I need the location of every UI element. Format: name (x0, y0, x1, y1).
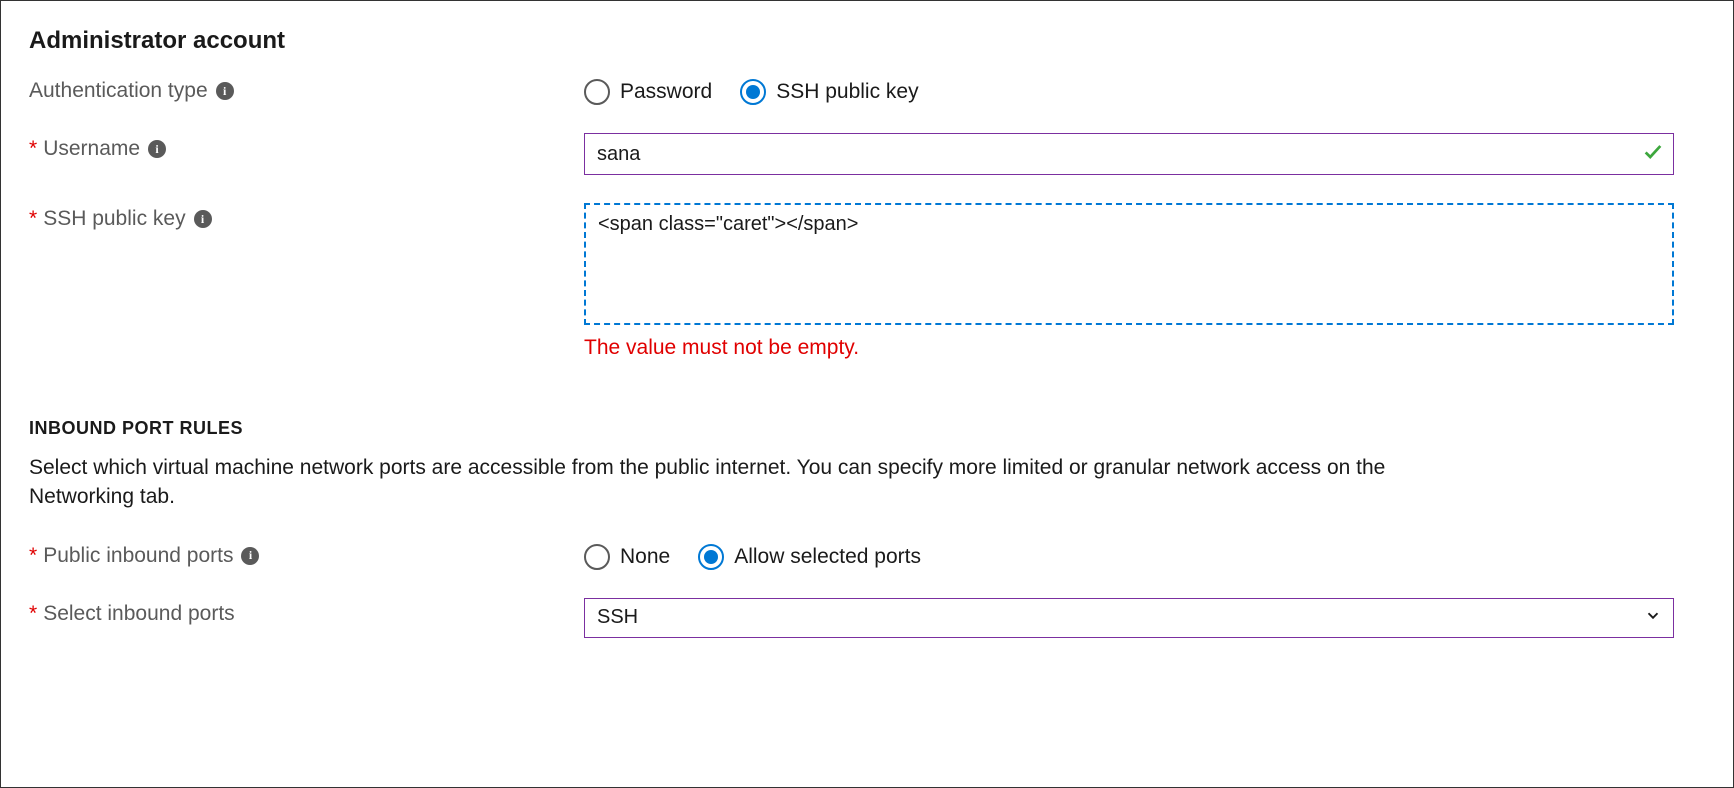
required-asterisk: * (29, 544, 37, 568)
select-ports-value: SSH (597, 606, 638, 629)
label-username-text: Username (43, 137, 140, 161)
control-ssh-key: <span class="caret"></span> The value mu… (584, 203, 1674, 360)
row-username: * Username i (29, 133, 1705, 175)
form-container: Administrator account Authentication typ… (0, 0, 1734, 788)
label-username: * Username i (29, 133, 584, 161)
label-auth-type-text: Authentication type (29, 79, 208, 103)
radio-circle-unchecked (584, 544, 610, 570)
row-public-ports: * Public inbound ports i None Allow sele… (29, 542, 1705, 570)
control-select-ports: SSH (584, 598, 1674, 638)
label-ssh-key: * SSH public key i (29, 203, 584, 231)
label-auth-type: Authentication type i (29, 77, 584, 105)
label-public-ports-text: Public inbound ports (43, 544, 233, 568)
row-auth-type: Authentication type i Password SSH publi… (29, 77, 1705, 105)
ssh-key-error: The value must not be empty. (584, 336, 1674, 360)
chevron-down-icon (1644, 606, 1662, 629)
control-username (584, 133, 1674, 175)
username-input-wrap (584, 133, 1674, 175)
ssh-key-textarea[interactable]: <span class="caret"></span> (584, 203, 1674, 325)
label-public-ports: * Public inbound ports i (29, 542, 584, 570)
required-asterisk: * (29, 137, 37, 161)
required-asterisk: * (29, 207, 37, 231)
subsection-desc-inbound: Select which virtual machine network por… (29, 453, 1429, 512)
radio-none[interactable]: None (584, 544, 670, 570)
row-ssh-key: * SSH public key i <span class="caret"><… (29, 203, 1705, 360)
radio-group-auth-type: Password SSH public key (584, 77, 1674, 105)
control-auth-type: Password SSH public key (584, 77, 1674, 105)
label-select-ports-text: Select inbound ports (43, 602, 234, 626)
radio-circle-unchecked (584, 79, 610, 105)
info-icon[interactable]: i (216, 82, 234, 100)
radio-circle-checked (698, 544, 724, 570)
info-icon[interactable]: i (241, 547, 259, 565)
radio-password[interactable]: Password (584, 79, 712, 105)
section-title-admin: Administrator account (29, 27, 1705, 55)
radio-ssh-public-key[interactable]: SSH public key (740, 79, 918, 105)
radio-label-allow: Allow selected ports (734, 545, 921, 569)
info-icon[interactable]: i (148, 140, 166, 158)
label-select-ports: * Select inbound ports (29, 598, 584, 626)
username-input[interactable] (584, 133, 1674, 175)
select-ports-wrap: SSH (584, 598, 1674, 638)
radio-label-none: None (620, 545, 670, 569)
radio-label-ssh: SSH public key (776, 80, 918, 104)
required-asterisk: * (29, 602, 37, 626)
radio-circle-checked (740, 79, 766, 105)
radio-label-password: Password (620, 80, 712, 104)
info-icon[interactable]: i (194, 210, 212, 228)
radio-group-public-ports: None Allow selected ports (584, 542, 1674, 570)
subsection-heading-inbound: INBOUND PORT RULES (29, 418, 1705, 439)
radio-dot (704, 550, 718, 564)
ssh-key-textarea-wrap: <span class="caret"></span> (584, 203, 1674, 330)
checkmark-icon (1642, 141, 1664, 168)
radio-allow-selected[interactable]: Allow selected ports (698, 544, 921, 570)
select-ports-dropdown[interactable]: SSH (584, 598, 1674, 638)
row-select-ports: * Select inbound ports SSH (29, 598, 1705, 638)
control-public-ports: None Allow selected ports (584, 542, 1674, 570)
radio-dot (746, 85, 760, 99)
label-ssh-key-text: SSH public key (43, 207, 185, 231)
